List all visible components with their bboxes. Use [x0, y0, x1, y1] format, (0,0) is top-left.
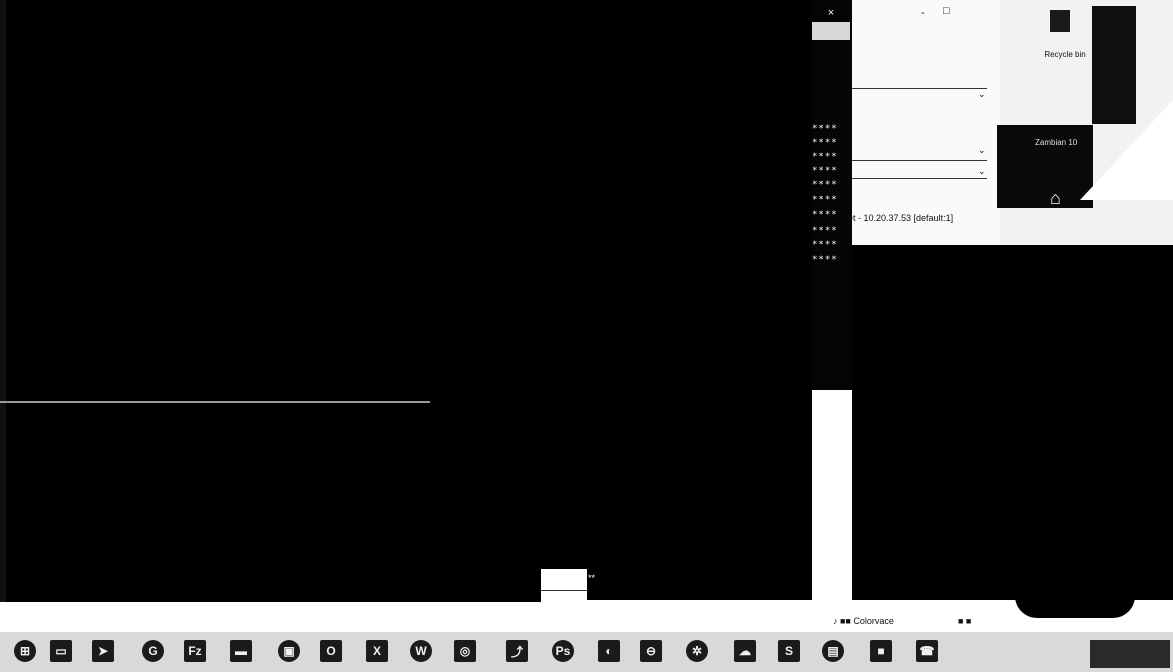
- marker-dots: ****: [812, 138, 838, 148]
- home-icon: ⌂: [1050, 188, 1061, 208]
- taskbar-button[interactable]: Ps: [550, 636, 576, 666]
- acrobat-icon: ⤴: [506, 640, 528, 662]
- taskbar-button[interactable]: ⤴: [504, 636, 530, 666]
- cloud-icon: ☁: [734, 640, 756, 662]
- chrome-icon: G: [142, 640, 164, 662]
- minimize-icon[interactable]: -: [921, 7, 925, 19]
- taskbar-button[interactable]: ➤: [90, 636, 116, 666]
- terminal-window[interactable]: [0, 0, 812, 602]
- host-field[interactable]: [852, 88, 987, 89]
- pin-icon: ➤: [92, 640, 114, 662]
- notification-dots: ■ ■: [958, 616, 972, 626]
- photoshop-icon: Ps: [552, 640, 574, 662]
- wallpaper-shape: [1080, 100, 1173, 200]
- window-left-edge: [0, 0, 6, 602]
- word-icon: W: [410, 640, 432, 662]
- session-field[interactable]: [852, 178, 987, 179]
- wallpaper-arc: [1015, 596, 1135, 618]
- pane-dots: **: [588, 573, 596, 583]
- marker-dots: ****: [812, 210, 838, 220]
- chevron-down-icon[interactable]: ⌄: [978, 89, 986, 100]
- marker-dots: ****: [812, 226, 838, 236]
- connection-panel: [852, 0, 1000, 245]
- filezilla-icon: Fz: [184, 640, 206, 662]
- taskbar-button[interactable]: W: [408, 636, 434, 666]
- terminal-divider: [0, 401, 430, 403]
- close-icon[interactable]: ×: [820, 6, 842, 20]
- marker-dots: ****: [812, 124, 838, 134]
- taskbar-button[interactable]: ■: [868, 636, 894, 666]
- marker-dots: ****: [812, 195, 838, 205]
- phone-icon: ☎: [916, 640, 938, 662]
- desktop-dark-area: [852, 245, 1173, 605]
- widget-text: Zambian 10: [1035, 138, 1078, 147]
- taskbar-button[interactable]: ⊞: [12, 636, 38, 666]
- media-icon: ◐: [598, 640, 620, 662]
- outlook-icon: O: [320, 640, 342, 662]
- taskbar-button[interactable]: ◐: [596, 636, 622, 666]
- marker-dots: ****: [812, 166, 838, 176]
- skype-icon: S: [778, 640, 800, 662]
- port-field[interactable]: [852, 160, 987, 161]
- task-view-icon: ▭: [50, 640, 72, 662]
- chevron-down-icon[interactable]: ⌄: [978, 145, 986, 156]
- taskbar-button[interactable]: ☎: [914, 636, 940, 666]
- maximize-icon[interactable]: □: [943, 5, 950, 17]
- taskbar-button[interactable]: ✲: [684, 636, 710, 666]
- taskbar-button[interactable]: Fz: [182, 636, 208, 666]
- recycle-bin-label: Recycle bin: [1044, 50, 1086, 59]
- taskbar-button[interactable]: ☁: [732, 636, 758, 666]
- marker-dots: ****: [812, 152, 838, 162]
- connection-label: et - 10.20.37.53 [default:1]: [848, 213, 954, 223]
- mini-pane-divider: [541, 590, 587, 591]
- marker-dots: ****: [812, 180, 838, 190]
- taskbar-button[interactable]: G: [140, 636, 166, 666]
- excel-icon: X: [366, 640, 388, 662]
- taskbar-button[interactable]: ⊖: [638, 636, 664, 666]
- terminal-tab[interactable]: [812, 22, 850, 40]
- taskbar-button[interactable]: ▬: [228, 636, 254, 666]
- taskbar-button[interactable]: S: [776, 636, 802, 666]
- taskbar-button[interactable]: ▤: [820, 636, 846, 666]
- trash-icon: [1050, 10, 1070, 32]
- system-tray[interactable]: [1090, 640, 1170, 668]
- notification-label: ♪ ■■ Colorvace: [833, 616, 894, 626]
- marker-dots: ****: [812, 255, 838, 265]
- taskbar-button[interactable]: O: [318, 636, 344, 666]
- start-icon: ⊞: [14, 640, 36, 662]
- taskbar-button[interactable]: ▣: [276, 636, 302, 666]
- display-icon: ■: [870, 640, 892, 662]
- search-app-icon: ◎: [454, 640, 476, 662]
- marker-dots: ****: [812, 240, 838, 250]
- clipboard-icon: ▤: [822, 640, 844, 662]
- player-icon: ⊖: [640, 640, 662, 662]
- taskbar-button[interactable]: ◎: [452, 636, 478, 666]
- notes-icon: ▣: [278, 640, 300, 662]
- taskbar: [0, 632, 1173, 672]
- chevron-down-icon[interactable]: ⌄: [978, 166, 986, 177]
- taskbar-button[interactable]: ▭: [48, 636, 74, 666]
- mini-pane: [541, 569, 587, 609]
- settings-icon: ✲: [686, 640, 708, 662]
- terminal-icon: ▬: [230, 640, 252, 662]
- taskbar-button[interactable]: X: [364, 636, 390, 666]
